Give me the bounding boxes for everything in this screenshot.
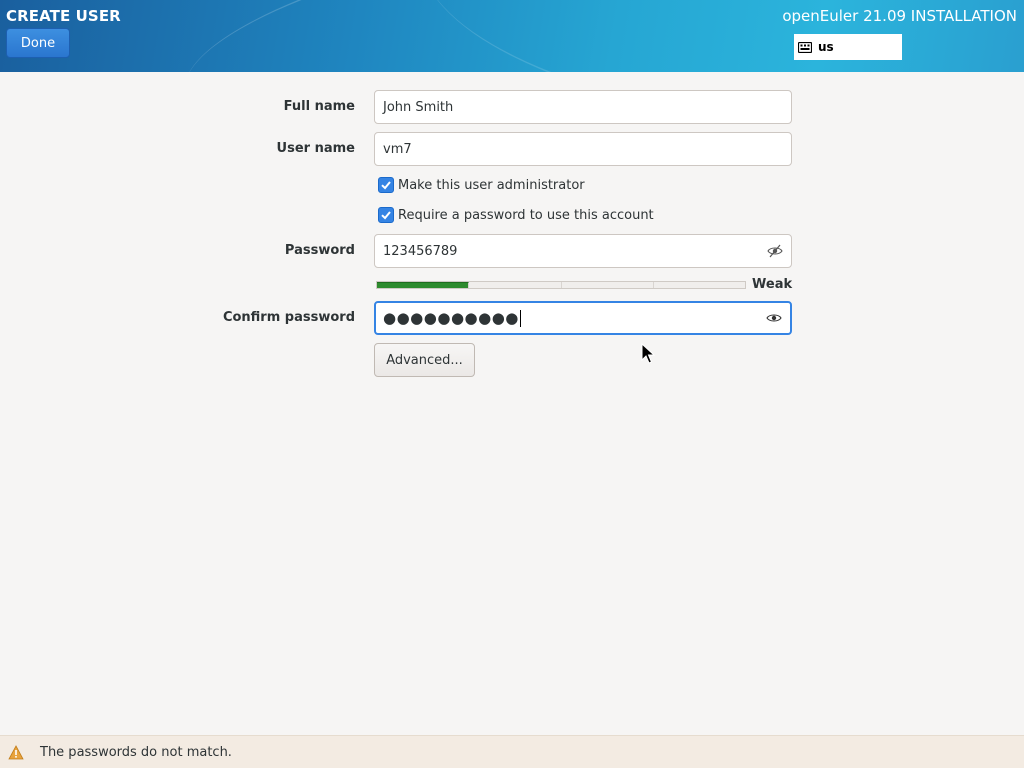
strength-segment	[377, 282, 470, 288]
text-caret	[519, 309, 521, 327]
keyboard-layout-indicator[interactable]: us	[794, 34, 902, 60]
full-name-field[interactable]: John Smith	[374, 90, 792, 124]
confirm-password-masked-value: ●●●●●●●●●●	[383, 309, 519, 327]
warning-icon	[8, 744, 24, 759]
show-password-icon[interactable]	[766, 310, 782, 326]
status-warning-bar: The passwords do not match.	[0, 735, 1024, 768]
confirm-password-label: Confirm password	[222, 310, 355, 325]
password-strength-label: Weak	[752, 277, 793, 292]
user-name-value: vm7	[383, 141, 412, 157]
header-bar: CREATE USER Done openEuler 21.09 INSTALL…	[0, 0, 1024, 72]
keyboard-icon	[798, 41, 812, 53]
installation-title: openEuler 21.09 INSTALLATION	[782, 7, 1017, 25]
checkmark-icon	[381, 181, 391, 190]
keyboard-layout-label: us	[818, 40, 834, 54]
advanced-button[interactable]: Advanced...	[374, 343, 475, 377]
require-password-checkbox-label: Require a password to use this account	[398, 207, 654, 223]
confirm-password-field[interactable]: ●●●●●●●●●●	[374, 301, 792, 335]
full-name-label: Full name	[283, 99, 355, 114]
user-name-field[interactable]: vm7	[374, 132, 792, 166]
strength-segment	[469, 282, 562, 288]
password-strength-meter	[376, 281, 746, 289]
require-password-checkbox[interactable]	[378, 207, 394, 223]
admin-checkbox-row[interactable]: Make this user administrator	[378, 177, 585, 193]
password-value: 123456789	[383, 243, 458, 259]
status-message: The passwords do not match.	[40, 744, 232, 760]
require-password-checkbox-row[interactable]: Require a password to use this account	[378, 207, 654, 223]
done-button[interactable]: Done	[6, 28, 70, 58]
admin-checkbox-label: Make this user administrator	[398, 177, 585, 193]
spoke-title: CREATE USER	[6, 7, 121, 25]
hide-password-icon[interactable]	[767, 243, 783, 259]
password-field[interactable]: 123456789	[374, 234, 792, 268]
full-name-value: John Smith	[383, 99, 454, 115]
strength-segment	[654, 282, 745, 288]
password-label: Password	[284, 243, 355, 258]
mouse-pointer-icon	[641, 343, 655, 364]
checkmark-icon	[381, 211, 391, 220]
strength-segment	[562, 282, 654, 288]
admin-checkbox[interactable]	[378, 177, 394, 193]
user-name-label: User name	[276, 141, 355, 156]
